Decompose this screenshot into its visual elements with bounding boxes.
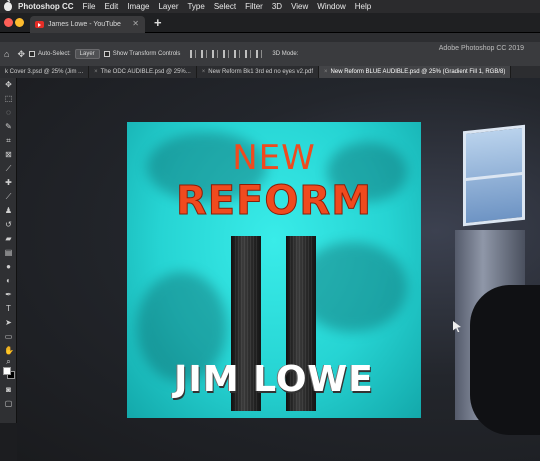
align-bottom-icon[interactable] xyxy=(245,50,252,58)
quick-mask-icon[interactable]: ◙ xyxy=(4,386,13,394)
menu-edit[interactable]: Edit xyxy=(104,2,118,11)
menu-help[interactable]: Help xyxy=(355,2,371,11)
align-middle-icon[interactable] xyxy=(234,50,241,58)
distribute-icon[interactable] xyxy=(256,50,263,58)
youtube-icon xyxy=(35,21,44,28)
minimize-window-icon[interactable] xyxy=(15,18,24,27)
show-transform-checkbox[interactable] xyxy=(103,51,110,57)
menu-app-name[interactable]: Photoshop CC xyxy=(18,2,74,11)
menu-layer[interactable]: Layer xyxy=(158,2,178,11)
menu-file[interactable]: File xyxy=(83,2,96,11)
apple-icon[interactable] xyxy=(4,0,12,11)
menu-3d[interactable]: 3D xyxy=(272,2,282,11)
foreground-color-swatch[interactable] xyxy=(3,367,11,375)
screenshot-root: Photoshop CC File Edit Image Layer Type … xyxy=(0,0,540,461)
photoshop-app-title: Adobe Photoshop CC 2019 xyxy=(438,45,524,52)
book-cover-artwork[interactable]: NEW REFORM JIM LOWE xyxy=(127,122,421,418)
gradient-tool-icon[interactable]: ▤ xyxy=(4,249,13,257)
doc-tab-1[interactable]: k Cover 3.psd @ 25% (Jim ... xyxy=(0,66,90,78)
cover-title-line1: NEW xyxy=(232,138,316,178)
close-doc-icon[interactable]: × xyxy=(324,69,328,75)
close-tab-icon[interactable]: ✕ xyxy=(132,19,139,28)
doc-tab-label: New Reform Bk1 3rd ed no eyes v2.pdf xyxy=(208,69,314,75)
pen-tool-icon[interactable]: ✒ xyxy=(4,291,13,299)
close-doc-icon[interactable]: × xyxy=(94,69,98,75)
menu-window[interactable]: Window xyxy=(317,2,345,11)
browser-tab-title: James Lowe - YouTube xyxy=(48,21,121,28)
rectangle-tool-icon[interactable]: ▭ xyxy=(4,333,13,341)
type-tool-icon[interactable]: T xyxy=(4,305,13,313)
align-buttons-group xyxy=(190,50,263,58)
window-reflection xyxy=(463,124,525,227)
menu-type[interactable]: Type xyxy=(187,2,204,11)
menu-filter[interactable]: Filter xyxy=(245,2,263,11)
history-brush-tool-icon[interactable]: ↺ xyxy=(4,221,13,229)
browser-tab-strip: James Lowe - YouTube ✕ + xyxy=(0,13,540,33)
home-icon[interactable]: ⌂ xyxy=(4,49,9,59)
clone-stamp-tool-icon[interactable]: ♟ xyxy=(4,207,13,215)
align-top-icon[interactable] xyxy=(223,50,230,58)
tools-panel: ✥ ⬚ ◌ ✎ ⌗ ⊠ ⟋ ✚ ⟋ ♟ ↺ ▰ ▤ ● ◐ ✒ T ➤ ▭ ✋ … xyxy=(0,78,17,423)
align-right-icon[interactable] xyxy=(212,50,219,58)
document-tabs: k Cover 3.psd @ 25% (Jim ... × The ODC AU… xyxy=(0,66,540,78)
dodge-tool-icon[interactable]: ◐ xyxy=(4,277,13,285)
zoom-tool-icon[interactable]: ⌕ xyxy=(4,358,13,366)
doc-tab-2[interactable]: × The ODC AUDIBLE.psd @ 25%... xyxy=(89,66,197,78)
align-left-icon[interactable] xyxy=(190,50,197,58)
3d-mode-label: 3D Mode: xyxy=(272,51,299,57)
move-tool-icon[interactable]: ✥ xyxy=(17,49,25,60)
cover-author-name: JIM LOWE xyxy=(174,359,374,400)
quick-select-tool-icon[interactable]: ✎ xyxy=(4,123,13,131)
move-tool-icon[interactable]: ✥ xyxy=(4,81,13,89)
align-center-icon[interactable] xyxy=(201,50,208,58)
path-select-tool-icon[interactable]: ➤ xyxy=(4,319,13,327)
menu-select[interactable]: Select xyxy=(214,2,236,11)
checkbox-box xyxy=(28,50,35,57)
brush-tool-icon[interactable]: ⟋ xyxy=(4,193,13,201)
doc-tab-label: The ODC AUDIBLE.psd @ 25%... xyxy=(100,69,191,75)
frame-tool-icon[interactable]: ⊠ xyxy=(4,151,13,159)
doc-tab-4-active[interactable]: × New Reform BLUE AUDIBLE.psd @ 25% (Grad… xyxy=(319,66,512,78)
close-window-icon[interactable] xyxy=(4,18,13,27)
screen-mode-icon[interactable]: ▢ xyxy=(4,400,13,408)
menu-view[interactable]: View xyxy=(291,2,308,11)
hand-tool-icon[interactable]: ✋ xyxy=(4,347,14,355)
eraser-tool-icon[interactable]: ▰ xyxy=(4,235,13,243)
lasso-tool-icon[interactable]: ◌ xyxy=(4,109,13,117)
cover-title-line2: REFORM xyxy=(175,178,373,225)
show-transform-label: Show Transform Controls xyxy=(112,51,181,57)
menu-image[interactable]: Image xyxy=(127,2,149,11)
browser-tab-youtube[interactable]: James Lowe - YouTube ✕ xyxy=(30,16,145,33)
auto-select-dropdown[interactable]: Layer xyxy=(74,49,100,59)
auto-select-checkbox[interactable] xyxy=(28,50,38,58)
photoshop-title-bar xyxy=(0,33,540,42)
close-doc-icon[interactable]: × xyxy=(202,69,206,75)
blur-tool-icon[interactable]: ● xyxy=(4,263,13,271)
healing-brush-tool-icon[interactable]: ✚ xyxy=(4,179,13,187)
doc-tab-label: New Reform BLUE AUDIBLE.psd @ 25% (Gradi… xyxy=(330,69,506,75)
eyedropper-tool-icon[interactable]: ⟋ xyxy=(4,165,13,173)
marquee-tool-icon[interactable]: ⬚ xyxy=(4,95,13,103)
dark-object-reflection xyxy=(470,285,540,435)
auto-select-label: Auto-Select: xyxy=(37,51,71,57)
doc-tab-3[interactable]: × New Reform Bk1 3rd ed no eyes v2.pdf xyxy=(197,66,320,78)
doc-tab-label: k Cover 3.psd @ 25% (Jim ... xyxy=(5,69,84,75)
new-tab-button[interactable]: + xyxy=(154,15,162,30)
crop-tool-icon[interactable]: ⌗ xyxy=(4,137,13,145)
mac-menu-bar: Photoshop CC File Edit Image Layer Type … xyxy=(0,0,540,13)
